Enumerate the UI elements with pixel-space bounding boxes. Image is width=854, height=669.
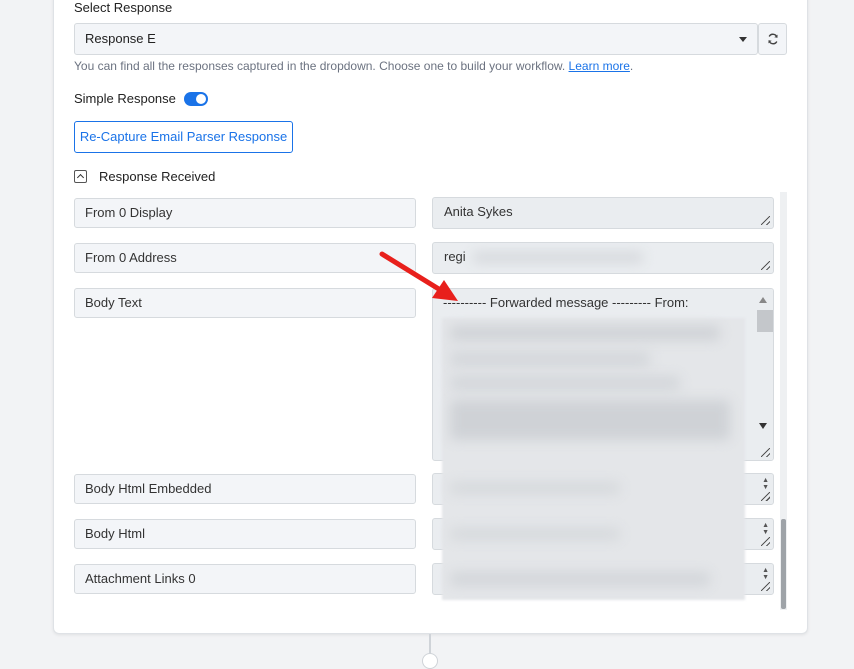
redacted-blur [450,400,730,440]
redacted-blur [450,352,650,366]
select-hint: You can find all the responses captured … [74,59,634,73]
simple-response-toggle[interactable] [183,91,208,106]
response-select[interactable]: Response E [74,23,758,55]
panel-scroll-thumb[interactable] [781,519,786,609]
field-key: From 0 Address [74,243,416,273]
scroll-down-icon[interactable] [759,423,767,429]
field-value[interactable]: Anita Sykes [432,197,774,229]
refresh-icon [767,33,778,45]
resize-handle-icon[interactable] [761,448,770,457]
chevron-down-icon [739,37,747,42]
field-key: Attachment Links 0 [74,564,416,594]
field-key: Body Text [74,288,416,318]
redacted-blur [450,572,710,586]
redacted-blur [450,326,720,340]
response-received-header[interactable]: Response Received [74,169,215,184]
field-key: Body Html [74,519,416,549]
resize-handle-icon[interactable] [761,492,770,501]
simple-response-label: Simple Response [74,91,176,106]
stepper-icon[interactable]: ▲ ▼ [762,567,769,581]
scroll-up-icon[interactable] [759,297,767,303]
field-key: Body Html Embedded [74,474,416,504]
redacted-blur [450,376,680,390]
field-value[interactable]: regi [432,242,774,274]
resize-handle-icon[interactable] [761,537,770,546]
chevron-up-icon[interactable] [74,170,87,183]
selected-response-value: Response E [85,31,156,46]
textarea-scrollbar[interactable] [755,289,773,460]
simple-response-row: Simple Response [74,91,208,106]
resize-handle-icon[interactable] [761,261,770,270]
response-received-label: Response Received [99,169,216,184]
learn-more-link[interactable]: Learn more [569,59,630,73]
redacted-blur [450,528,620,540]
textarea-scroll-thumb[interactable] [757,310,773,332]
field-key: From 0 Display [74,198,416,228]
stepper-icon[interactable]: ▲ ▼ [762,522,769,536]
resize-handle-icon[interactable] [761,582,770,591]
annotation-arrow-icon [379,251,458,301]
redacted-blur [473,252,643,263]
recapture-button[interactable]: Re-Capture Email Parser Response [74,121,293,153]
redacted-blur [450,482,620,494]
stepper-icon[interactable]: ▲ ▼ [762,477,769,491]
resize-handle-icon[interactable] [761,216,770,225]
refresh-button[interactable] [758,23,787,55]
select-response-label: Select Response [74,0,173,15]
add-step-button[interactable] [422,653,438,669]
